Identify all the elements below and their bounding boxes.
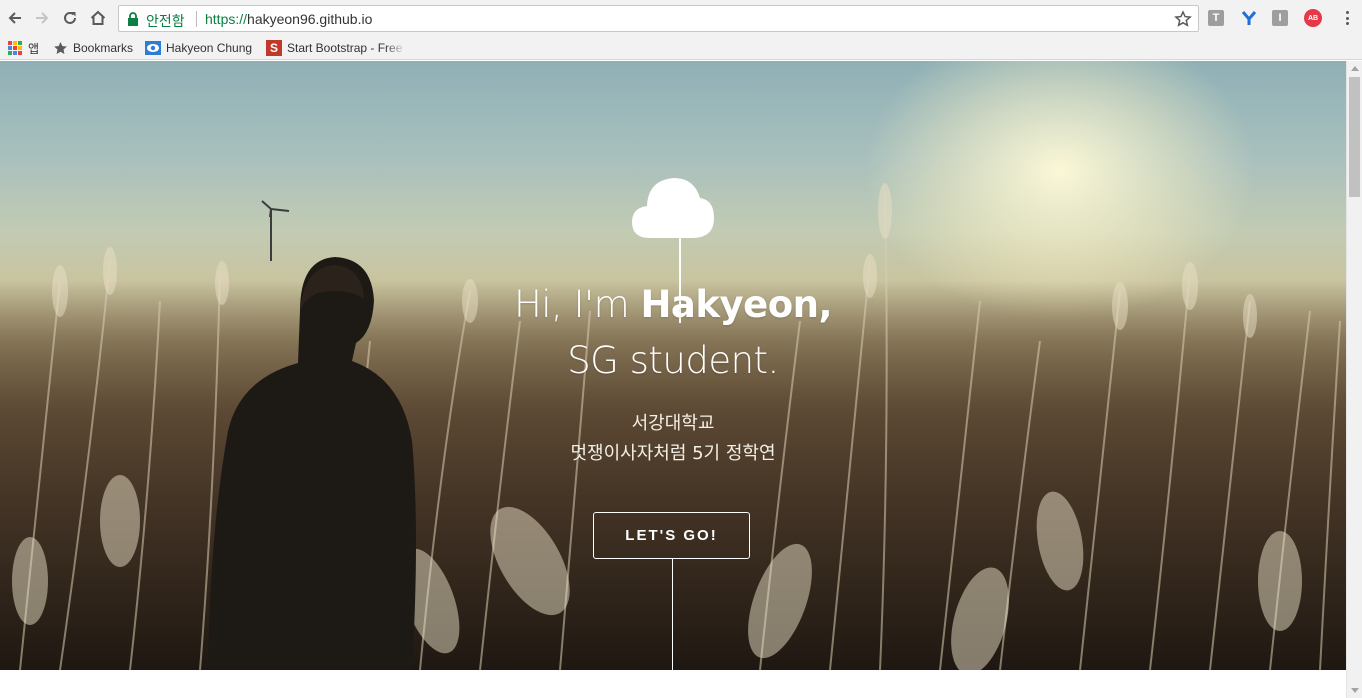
- hero-role: SG student.: [567, 339, 779, 382]
- url-text[interactable]: https://hakyeon96.github.io: [205, 11, 372, 27]
- s-favicon-icon: S: [266, 40, 282, 56]
- apps-grid-icon: [7, 40, 23, 56]
- apps-label: 앱: [28, 41, 40, 56]
- bookmark-label: Hakyeon Chung: [166, 41, 253, 55]
- cloud-icon: [632, 178, 714, 238]
- school-text: 서강대학교: [631, 413, 715, 434]
- club-text: 멋쟁이사자처럼 5기 정학연: [570, 443, 776, 464]
- bookmark-label: Bookmarks: [73, 41, 134, 55]
- scroll-up-arrow-icon[interactable]: [1351, 66, 1359, 71]
- scrollbar-thumb[interactable]: [1349, 77, 1360, 197]
- bookmark-label: Start Bootstrap - Free: [287, 41, 403, 55]
- browser-toolbar: 안전함 https://hakyeon96.github.io T I AB: [0, 0, 1362, 36]
- y-extension-icon[interactable]: [1240, 9, 1258, 27]
- bookmark-item-start-bootstrap[interactable]: S Start Bootstrap - Free: [266, 39, 406, 57]
- apps-shortcut[interactable]: 앱: [7, 39, 39, 57]
- eye-favicon-icon: [145, 40, 161, 56]
- page-viewport: Hi, I'm Hakyeon, SG student. 서강대학교 멋쟁이사자…: [0, 61, 1346, 698]
- forward-arrow-icon[interactable]: [31, 7, 53, 29]
- reload-icon[interactable]: [59, 7, 81, 29]
- star-icon: [52, 40, 68, 56]
- lets-go-button[interactable]: LET'S GO!: [593, 512, 750, 559]
- greeting-text: Hi, I'm: [513, 283, 641, 326]
- hero-section: Hi, I'm Hakyeon, SG student. 서강대학교 멋쟁이사자…: [0, 61, 1346, 670]
- adblock-extension-icon[interactable]: AB: [1304, 9, 1322, 27]
- address-divider: [196, 11, 197, 27]
- url-host: hakyeon96.github.io: [247, 11, 373, 27]
- back-arrow-icon[interactable]: [4, 7, 26, 29]
- hero-content: Hi, I'm Hakyeon, SG student. 서강대학교 멋쟁이사자…: [0, 61, 1346, 670]
- bookmark-item-hakyeon-chung[interactable]: Hakyeon Chung: [145, 39, 252, 57]
- hero-headline: Hi, I'm Hakyeon,: [0, 283, 1346, 326]
- url-scheme: https://: [205, 11, 248, 27]
- t-extension-icon[interactable]: T: [1208, 10, 1224, 26]
- browser-menu-icon[interactable]: [1340, 9, 1354, 27]
- name-text: Hakyeon,: [640, 283, 833, 326]
- cta-connector-line: [672, 559, 673, 670]
- secure-label: 안전함: [146, 14, 185, 30]
- i-extension-icon[interactable]: I: [1272, 10, 1288, 26]
- home-icon[interactable]: [87, 7, 109, 29]
- scroll-down-arrow-icon[interactable]: [1351, 688, 1359, 693]
- page-scrollbar[interactable]: [1346, 61, 1362, 698]
- bookmark-star-icon[interactable]: [1174, 10, 1192, 28]
- bookmarks-bar: 앱 Bookmarks Hakyeon Chung S Start Bootst…: [0, 36, 1362, 60]
- lock-icon: [128, 12, 138, 26]
- bookmark-item-bookmarks[interactable]: Bookmarks: [52, 39, 133, 57]
- address-bar[interactable]: 안전함 https://hakyeon96.github.io: [118, 5, 1199, 32]
